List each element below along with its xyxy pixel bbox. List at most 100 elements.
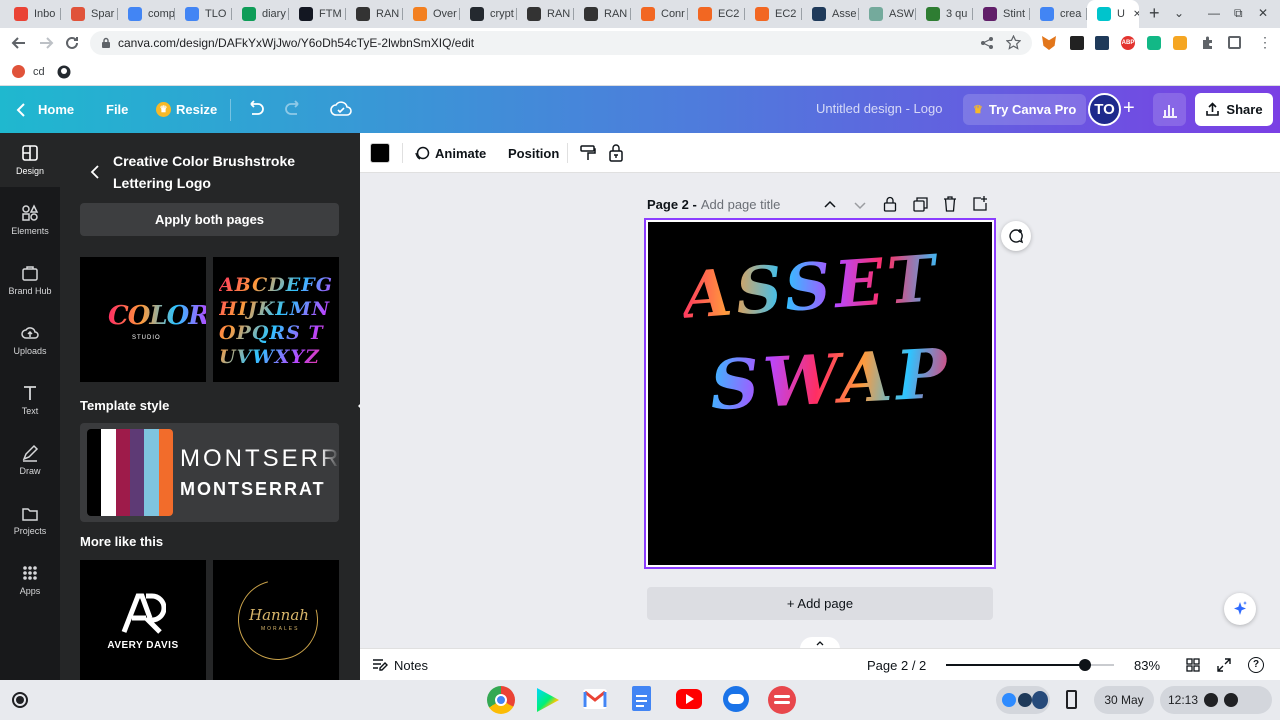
- artwork-line-asset[interactable]: ASSET: [680, 241, 942, 334]
- play-store-icon[interactable]: [537, 688, 559, 712]
- gmail-app-icon[interactable]: [583, 689, 607, 709]
- magic-assistant-button[interactable]: [1224, 593, 1256, 625]
- copy-style-icon[interactable]: [579, 144, 597, 162]
- browser-tab[interactable]: diary: [232, 2, 289, 26]
- template-thumb-color-studio[interactable]: COLOR STUDIO: [80, 257, 206, 382]
- artwork-line-swap[interactable]: SWAP: [708, 334, 953, 427]
- animate-button[interactable]: Animate: [414, 133, 486, 173]
- wallet-extension-icon[interactable]: [1173, 36, 1187, 50]
- template-thumb-hannah-morales[interactable]: Hannah MORALES: [213, 560, 339, 680]
- browser-tab[interactable]: Over: [403, 2, 460, 26]
- metamask-extension-icon[interactable]: [1042, 36, 1056, 50]
- sidebar-item-text[interactable]: Text: [0, 373, 60, 427]
- page-lock-icon[interactable]: [883, 196, 897, 212]
- react-extension-icon[interactable]: [1095, 36, 1109, 50]
- new-tab-icon[interactable]: +: [1149, 3, 1160, 24]
- file-menu-button[interactable]: File: [106, 86, 128, 133]
- browser-tab[interactable]: Spar: [61, 2, 118, 26]
- bookmark-cd[interactable]: cd: [12, 65, 45, 78]
- browser-tab[interactable]: Asse: [802, 2, 859, 26]
- browser-tab[interactable]: 3 qu: [916, 2, 973, 26]
- forward-icon[interactable]: [37, 34, 55, 52]
- share-page-icon[interactable]: [980, 36, 994, 50]
- docs-app-icon[interactable]: [632, 686, 651, 711]
- browser-tab[interactable]: ASW: [859, 2, 916, 26]
- chrome-app-icon[interactable]: [487, 686, 515, 714]
- page-title-input[interactable]: Add page title: [701, 197, 781, 212]
- avatar[interactable]: TO: [1088, 93, 1121, 126]
- home-button[interactable]: Home: [16, 86, 74, 133]
- terminal-extension-icon[interactable]: [1070, 36, 1084, 50]
- browser-tab[interactable]: comp: [118, 2, 175, 26]
- undo-icon[interactable]: [245, 100, 265, 118]
- browser-tab[interactable]: Inbo: [4, 2, 61, 26]
- comment-button[interactable]: [1001, 221, 1031, 251]
- lock-icon[interactable]: [608, 143, 624, 162]
- redo-icon[interactable]: [284, 100, 304, 118]
- adblock-extension-icon[interactable]: ABP: [1121, 36, 1135, 50]
- reload-icon[interactable]: [63, 34, 81, 52]
- chevron-up-icon[interactable]: [824, 199, 836, 211]
- minimize-icon[interactable]: —: [1208, 6, 1220, 20]
- launcher-icon[interactable]: [12, 692, 28, 708]
- browser-menu-icon[interactable]: ⋮: [1258, 35, 1272, 49]
- browser-tab[interactable]: Conr: [631, 2, 688, 26]
- bookmark-star-icon[interactable]: [1006, 35, 1021, 50]
- color-swatch-button[interactable]: [370, 143, 390, 163]
- template-thumb-alphabet[interactable]: ABCDEFG HIJKLMN OPQRS TUVWXYZ: [213, 257, 339, 382]
- sidebar-item-apps[interactable]: Apps: [0, 553, 60, 607]
- browser-tab[interactable]: RAN: [346, 2, 403, 26]
- browser-tab[interactable]: TLO: [175, 2, 232, 26]
- sheets-extension-icon[interactable]: [1147, 36, 1161, 50]
- sidebar-item-elements[interactable]: Elements: [0, 193, 60, 247]
- grid-view-icon[interactable]: [1186, 658, 1200, 672]
- sidebar-item-projects[interactable]: Projects: [0, 493, 60, 547]
- design-canvas[interactable]: ASSET SWAP: [648, 222, 992, 565]
- close-window-icon[interactable]: ✕: [1258, 6, 1268, 20]
- bookmark-github[interactable]: [57, 65, 71, 79]
- date-display[interactable]: 30 May: [1094, 686, 1154, 714]
- insights-button[interactable]: [1153, 93, 1186, 126]
- resize-button[interactable]: ♛ Resize: [156, 86, 217, 133]
- close-tab-icon[interactable]: ✕: [1133, 9, 1139, 20]
- phone-hub-icon[interactable]: [1066, 690, 1077, 709]
- address-bar[interactable]: canva.com/design/DAFkYxWjJwo/Y6oDh54cTyE…: [90, 31, 1032, 55]
- back-chevron-icon[interactable]: [90, 165, 100, 179]
- browser-tab[interactable]: RAN: [517, 2, 574, 26]
- position-button[interactable]: Position: [508, 133, 559, 173]
- fullscreen-icon[interactable]: [1217, 658, 1231, 672]
- sidebar-item-uploads[interactable]: Uploads: [0, 313, 60, 367]
- sidebar-item-design[interactable]: Design: [0, 133, 60, 187]
- sidebar-item-brand-hub[interactable]: Brand Hub: [0, 253, 60, 307]
- browser-tab[interactable]: crypt: [460, 2, 517, 26]
- document-title[interactable]: Untitled design - Logo: [816, 101, 942, 116]
- zoom-slider-thumb[interactable]: [1079, 659, 1091, 671]
- status-area[interactable]: 12:13: [1160, 686, 1272, 714]
- browser-tab[interactable]: EC2: [745, 2, 802, 26]
- zoom-slider-track[interactable]: [946, 659, 1114, 671]
- browser-tab[interactable]: Stint: [973, 2, 1030, 26]
- browser-tab[interactable]: FTM: [289, 2, 346, 26]
- help-icon[interactable]: ?: [1248, 657, 1264, 673]
- apply-both-pages-button[interactable]: Apply both pages: [80, 203, 339, 236]
- messages-app-icon[interactable]: [723, 686, 749, 712]
- browser-tab[interactable]: crea: [1030, 2, 1087, 26]
- chevron-down-icon[interactable]: [854, 199, 866, 211]
- add-collaborator-icon[interactable]: +: [1123, 97, 1135, 119]
- add-page-icon[interactable]: [973, 196, 988, 211]
- browser-tab[interactable]: EC2: [688, 2, 745, 26]
- zoom-percentage[interactable]: 83%: [1134, 658, 1160, 673]
- template-style-card[interactable]: MONTSERRAT MONTSERRAT: [80, 423, 339, 522]
- maximize-icon[interactable]: ⧉: [1234, 6, 1243, 21]
- tab-search-icon[interactable]: ⌄: [1174, 6, 1184, 20]
- template-thumb-avery-davis[interactable]: AVERY DAVIS: [80, 560, 206, 680]
- browser-tab[interactable]: U ✕: [1087, 0, 1139, 28]
- add-page-button[interactable]: + Add page: [647, 587, 993, 620]
- pinned-app-icon[interactable]: [768, 686, 796, 714]
- delete-page-icon[interactable]: [943, 196, 957, 212]
- duplicate-page-icon[interactable]: [913, 197, 928, 212]
- notes-button[interactable]: Notes: [372, 649, 428, 681]
- page-counter[interactable]: Page 2 / 2: [867, 658, 926, 673]
- side-panel-icon[interactable]: [1228, 36, 1241, 49]
- youtube-app-icon[interactable]: [676, 689, 702, 709]
